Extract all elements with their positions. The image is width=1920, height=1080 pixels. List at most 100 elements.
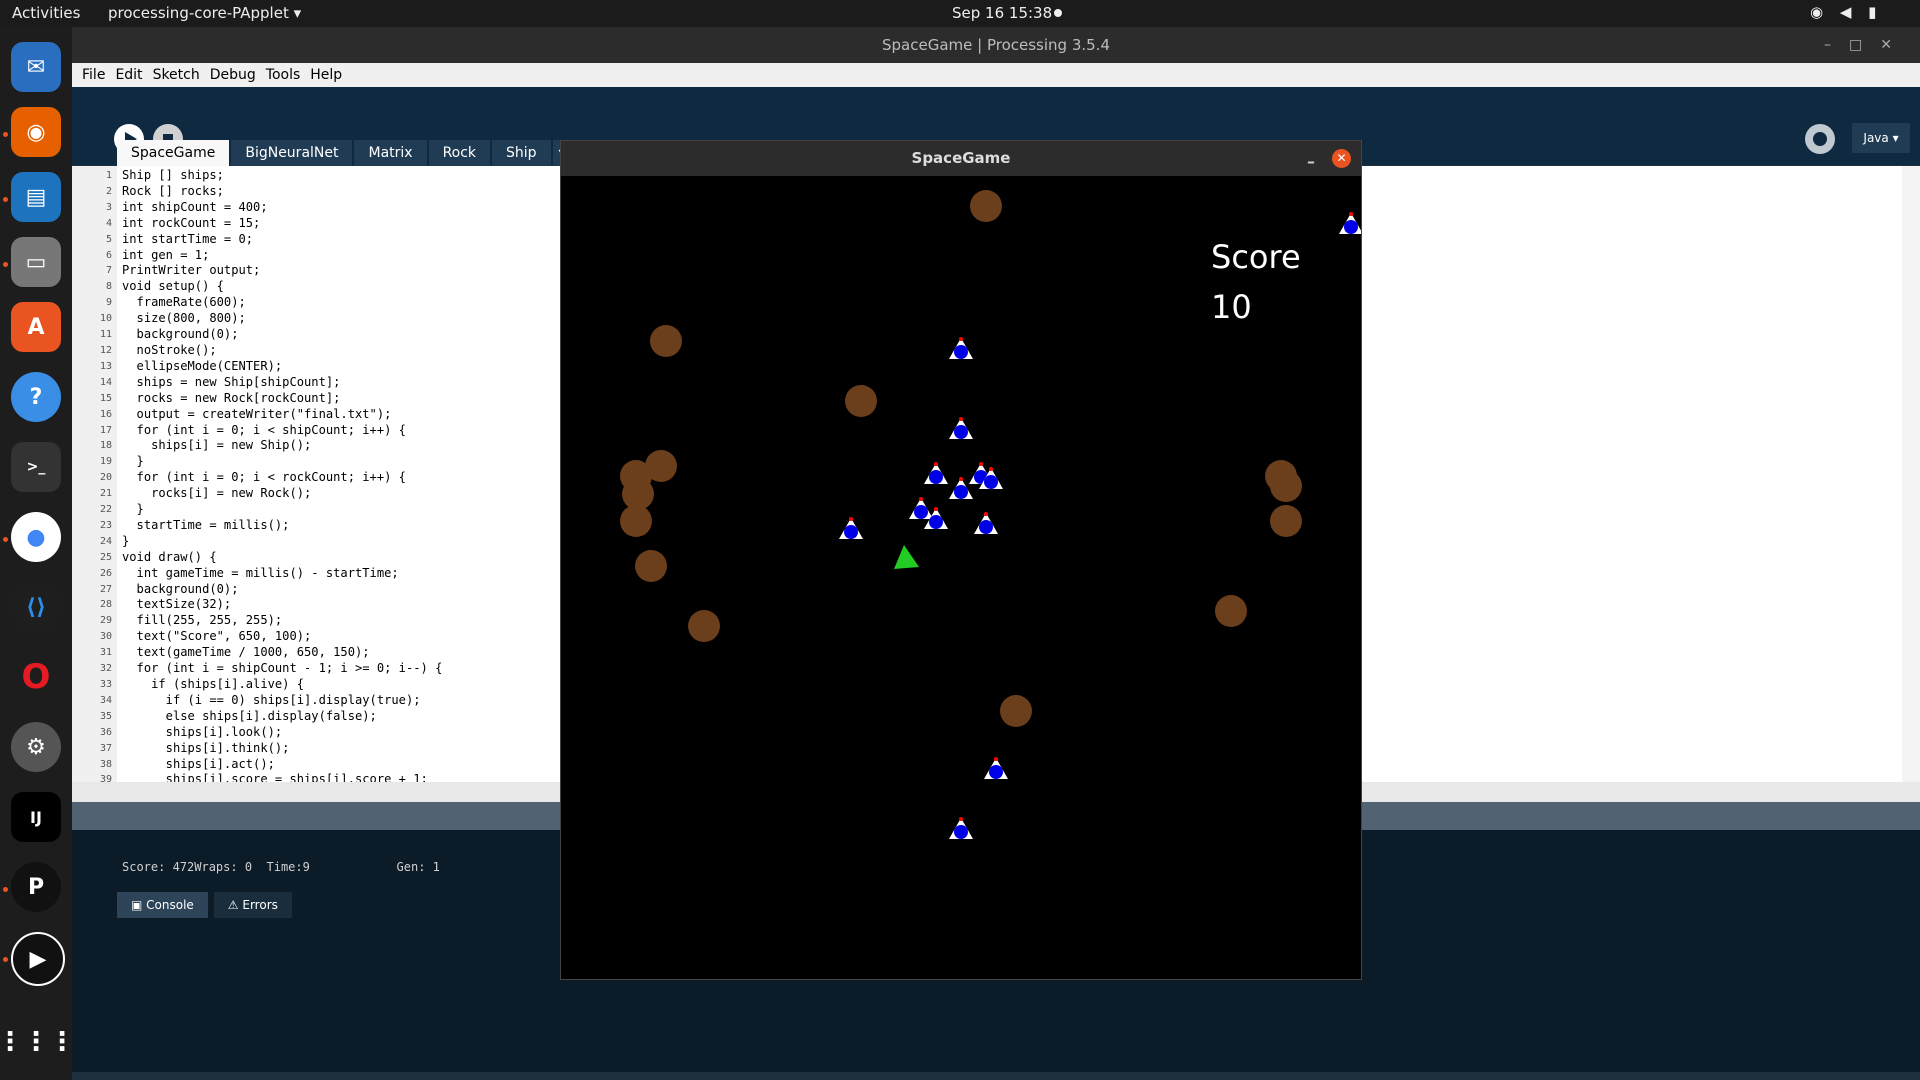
errors-tab[interactable]: ⚠ Errors [213,892,292,918]
code-line[interactable]: } [122,534,581,550]
minimize-icon[interactable]: – [1307,144,1315,179]
clock[interactable]: Sep 16 15:38 [952,4,1052,22]
code-line[interactable]: text("Score", 650, 100); [122,629,581,645]
line-number: 19 [99,456,112,468]
help-icon[interactable]: ? [11,372,61,422]
debugger-button[interactable] [1805,124,1835,154]
code-line[interactable]: ships = new Ship[shipCount]; [122,375,581,391]
line-number: 26 [99,567,112,579]
code-line[interactable]: size(800, 800); [122,311,581,327]
code-line[interactable]: fill(255, 255, 255); [122,613,581,629]
running-indicator [3,132,8,137]
code-line[interactable]: ships[i].look(); [122,725,581,741]
window-controls[interactable]: –□✕ [1824,27,1910,63]
running-indicator [3,887,8,892]
code-line[interactable]: else ships[i].display(false); [122,709,581,725]
ship [909,497,933,519]
menu-file[interactable]: File [82,63,105,87]
code-line[interactable]: rocks[i] = new Rock(); [122,486,581,502]
errors-tab-label: Errors [242,898,278,912]
processing-icon[interactable]: P [11,862,61,912]
line-number: 30 [99,631,112,643]
tab-matrix[interactable]: Matrix [354,140,427,167]
line-number: 17 [99,424,112,436]
code-line[interactable]: frameRate(600); [122,295,581,311]
system-tray[interactable]: ◉ ◀ ▮ [1810,3,1882,21]
settings-icon[interactable]: ⚙ [11,722,61,772]
thunderbird-icon[interactable]: ✉ [11,42,61,92]
line-number: 22 [99,504,112,516]
console-tab[interactable]: ▣ Console [117,892,208,918]
score-label: Score [1211,238,1301,276]
tab-rock[interactable]: Rock [428,140,491,167]
code-line[interactable]: ships[i].think(); [122,741,581,757]
code-line[interactable]: if (ships[i].alive) { [122,677,581,693]
editor-vertical-scrollbar[interactable] [1902,166,1920,782]
line-number: 2 [105,185,112,197]
vscode-icon[interactable]: ⟨⟩ [11,582,61,632]
line-number: 21 [99,488,112,500]
code-line[interactable]: int shipCount = 400; [122,200,581,216]
code-line[interactable]: void setup() { [122,279,581,295]
writer-icon[interactable]: ▤ [11,172,61,222]
code-line[interactable]: void draw() { [122,550,581,566]
debug-icon [1813,132,1827,146]
code-line[interactable]: ships[i].act(); [122,757,581,773]
code-line[interactable]: int gen = 1; [122,248,581,264]
close-icon[interactable]: ✕ [1332,149,1351,168]
code-line[interactable]: rocks = new Rock[rockCount]; [122,391,581,407]
app-grid-icon[interactable]: ⋮⋮⋮ [0,1017,75,1067]
code-line[interactable]: noStroke(); [122,343,581,359]
line-number: 3 [105,201,112,213]
code-line[interactable]: for (int i = 0; i < shipCount; i++) { [122,423,581,439]
code-line[interactable]: int startTime = 0; [122,232,581,248]
line-number: 29 [99,615,112,627]
code-line[interactable]: int rockCount = 15; [122,216,581,232]
activities-button[interactable]: Activities [12,4,80,22]
best-ship [894,545,919,569]
menu-help[interactable]: Help [310,63,342,87]
code-line[interactable]: int gameTime = millis() - startTime; [122,566,581,582]
line-number: 31 [99,647,112,659]
code-line[interactable]: } [122,502,581,518]
app-menu[interactable]: processing-core-PApplet ▾ [108,4,301,22]
code-line[interactable]: text(gameTime / 1000, 650, 150); [122,645,581,661]
line-number: 36 [99,726,112,738]
tab-ship[interactable]: Ship [492,140,551,167]
processing-app-icon[interactable]: ▶ [11,932,65,986]
terminal-icon[interactable]: >_ [11,442,61,492]
window-title: SpaceGame | Processing 3.5.4 [882,36,1110,54]
code-line[interactable]: background(0); [122,582,581,598]
running-indicator [3,197,8,202]
code-line[interactable]: for (int i = shipCount - 1; i >= 0; i--)… [122,661,581,677]
menu-tools[interactable]: Tools [266,63,301,87]
menu-debug[interactable]: Debug [210,63,256,87]
ship [984,757,1008,779]
code-line[interactable]: ships[i] = new Ship(); [122,438,581,454]
opera-icon[interactable]: O [11,652,61,702]
intellij-icon[interactable]: IJ [11,792,61,842]
code-line[interactable]: for (int i = 0; i < rockCount; i++) { [122,470,581,486]
code-line[interactable]: textSize(32); [122,597,581,613]
code-line[interactable]: if (i == 0) ships[i].display(true); [122,693,581,709]
code-line[interactable]: Rock [] rocks; [122,184,581,200]
menu-sketch[interactable]: Sketch [153,63,200,87]
game-canvas[interactable]: Score 10 [561,176,1363,976]
code-line[interactable]: PrintWriter output; [122,263,581,279]
code-line[interactable]: output = createWriter("final.txt"); [122,407,581,423]
menu-edit[interactable]: Edit [115,63,142,87]
sketch-tabs: SpaceGame BigNeuralNet Matrix Rock Ship … [117,140,574,167]
code-line[interactable]: startTime = millis(); [122,518,581,534]
code-line[interactable]: background(0); [122,327,581,343]
rock [1000,695,1032,727]
firefox-icon[interactable]: ◉ [11,107,61,157]
code-line[interactable]: ellipseMode(CENTER); [122,359,581,375]
chrome-icon[interactable]: ● [11,512,61,562]
mode-selector[interactable]: Java ▾ [1852,123,1910,153]
files-icon[interactable]: ▭ [11,237,61,287]
code-line[interactable]: } [122,454,581,470]
tab-bigneuralnet[interactable]: BigNeuralNet [231,140,353,167]
code-line[interactable]: Ship [] ships; [122,168,581,184]
software-icon[interactable]: A [11,302,61,352]
tab-spacegame[interactable]: SpaceGame [117,140,230,167]
